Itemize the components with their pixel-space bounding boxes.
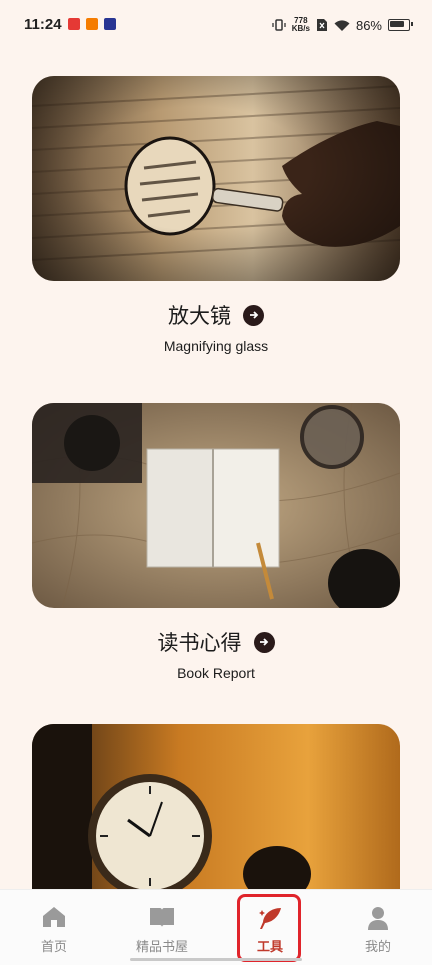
status-indicators: 778 KB/s 86% [272,15,413,35]
wifi-icon [334,19,350,31]
arrow-right-icon[interactable] [253,631,275,653]
nav-item-profile[interactable]: 我的 [324,890,432,965]
status-time: 11:24 [24,16,62,33]
vibrate-icon [272,19,286,31]
magnifier-title-row: 放大镜 [32,300,400,330]
home-indicator[interactable] [130,958,302,961]
active-tab-highlight [237,894,301,962]
person-icon [368,907,388,930]
tool-card-book-report[interactable]: 读书心得 Book Report [32,403,400,681]
home-icon [43,907,65,927]
battery-percent: 86% [355,17,382,33]
no-sim-icon [316,19,327,31]
arrow-right-icon[interactable] [243,304,264,326]
network-speed: 778 KB/s [291,16,310,33]
nav-label: 精品书屋 [135,940,188,955]
tool-card-clock[interactable] [32,724,400,889]
battery-icon [388,19,413,31]
clock-card-image [32,724,400,889]
card-subtitle: Book Report [177,665,255,681]
book-report-title-row: 读书心得 [32,627,400,657]
nav-item-home[interactable]: 首页 [0,890,108,965]
card-title: 读书心得 [157,631,242,655]
status-bar: 11:24 778 KB/s 86% [0,0,432,50]
tool-card-magnifier[interactable]: 放大镜 Magnifying glass [32,76,400,354]
book-icon [150,908,174,927]
nav-label: 首页 [40,940,67,955]
notification-app-icon [86,18,98,30]
nav-item-bookstore[interactable]: 精品书屋 [108,890,216,965]
notification-app-icon [68,18,80,30]
magnifier-card-image [32,76,400,281]
card-subtitle: Magnifying glass [163,338,269,354]
nav-label: 我的 [364,940,391,955]
card-title: 放大镜 [168,304,231,328]
bottom-nav: 首页 精品书屋 工具 我的 [0,889,432,965]
notification-app-icon [104,18,116,30]
book-report-card-image [32,403,400,608]
